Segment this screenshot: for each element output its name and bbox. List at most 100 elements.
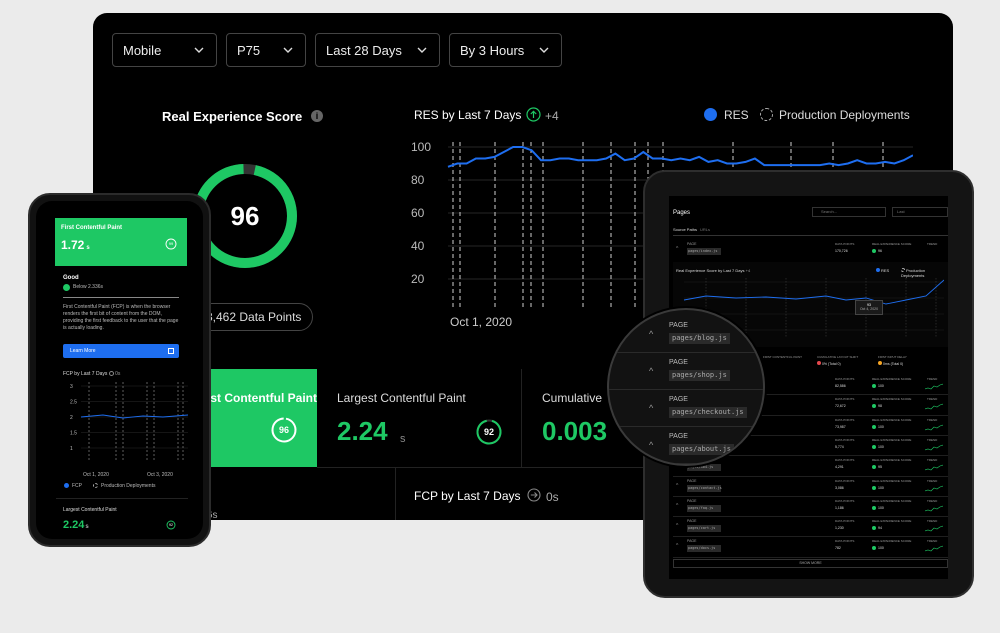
- phone-legend-fcp-swatch: [64, 483, 69, 488]
- trend-sparkline: [925, 485, 943, 491]
- sparkline-path: [925, 464, 943, 471]
- legend-deploy-label: Production Deployments: [779, 108, 910, 122]
- magnified-row[interactable]: ^ PAGE pages/shop.js: [609, 353, 763, 390]
- row-res-dot: [872, 505, 876, 510]
- magnified-row[interactable]: ^ PAGE pages/checkout.js: [609, 390, 763, 427]
- device-dropdown[interactable]: Mobile: [112, 33, 217, 67]
- row-path: pages/index.js: [687, 248, 721, 255]
- table-row[interactable]: ^ PAGE pages/cart.js DATA POINTS 1,230 REAL E…: [673, 517, 948, 537]
- phone-x-start: Oct 1, 2020: [83, 472, 109, 478]
- row-res-label: REAL EXPERIENCE SCORE: [872, 539, 912, 544]
- show-more-button[interactable]: SHOW MORE: [673, 559, 948, 568]
- summary-fid-text: 0ms (Total 0): [882, 362, 904, 366]
- row-trend-label: TREND: [927, 242, 938, 246]
- row-trend-label: TREND: [927, 458, 938, 463]
- row-dp-value: 82,586: [835, 384, 846, 388]
- fcp-chart-title: FCP by Last 7 Days: [414, 489, 521, 503]
- device-dropdown-label: Mobile: [123, 42, 162, 58]
- magnified-row[interactable]: ^ PAGE pages/blog.js: [609, 316, 763, 353]
- row-dp-label: DATA POINTS: [835, 242, 855, 246]
- range-dropdown[interactable]: Last 28 Days: [315, 33, 440, 67]
- check-icon: [63, 284, 70, 291]
- pages-search-input[interactable]: Search...: [812, 207, 886, 217]
- fcp-score-value: 96: [278, 425, 289, 435]
- row-trend-label: TREND: [927, 417, 938, 422]
- learn-more-button[interactable]: Learn More: [63, 344, 179, 358]
- tablet-res-line: [683, 279, 944, 305]
- phone-good-label: Good: [63, 275, 79, 281]
- fcp-card[interactable]: [193, 369, 317, 467]
- tab-source-paths[interactable]: Source Paths: [673, 227, 697, 232]
- row-page-label: PAGE: [687, 242, 697, 246]
- chevron-up-icon: ^: [676, 246, 679, 252]
- phone-below-label: Below 2.336s: [73, 284, 104, 290]
- magnified-row[interactable]: ^ PAGE pages/about.js: [609, 427, 763, 464]
- tab-divider: [673, 235, 948, 236]
- row-res-label: REAL EXPERIENCE SCORE: [872, 242, 912, 246]
- row-divider: [673, 556, 948, 558]
- trend-sparkline: [925, 546, 943, 552]
- row-res-label: REAL EXPERIENCE SCORE: [872, 458, 912, 463]
- phone-fcp-card[interactable]: First Contentful Paint 1.72 s 99: [55, 218, 187, 266]
- magnified-path: pages/shop.js: [669, 370, 730, 381]
- row-res-value: 100: [878, 384, 884, 388]
- row-res-label: REAL EXPERIENCE SCORE: [872, 498, 912, 503]
- metric-divider: [395, 467, 396, 520]
- summary-fcp-label: FIRST CONTENTFUL PAINT: [763, 355, 802, 359]
- lcp-card-value: 2.24: [337, 416, 388, 446]
- tab-urls[interactable]: URLs: [700, 227, 710, 232]
- cls-card-label: Cumulative: [542, 391, 603, 405]
- tablet-chart-title: Real Experience Score by Last 7 Days +4: [676, 268, 750, 273]
- row-dp-label: DATA POINTS: [835, 417, 855, 422]
- row-trend-label: TREND: [927, 539, 938, 544]
- arrow-right-circle-icon: [108, 371, 114, 377]
- tablet-chart-title-text: Real Experience Score by Last 7 Days: [676, 268, 745, 273]
- magnified-page-label: PAGE: [669, 322, 688, 329]
- row-res-value: 100: [878, 444, 884, 449]
- pages-select[interactable]: Last: [892, 207, 948, 217]
- percentile-dropdown-label: P75: [237, 42, 261, 58]
- res-delta: +4: [545, 109, 559, 123]
- trend-sparkline: [925, 404, 943, 410]
- chevron-up-icon: ^: [649, 329, 654, 339]
- sparkline-path: [925, 404, 943, 410]
- phone-y-tick-label: 1: [70, 446, 73, 452]
- chevron-up-icon: ^: [676, 502, 679, 509]
- table-row[interactable]: ^ PAGE pages/faq.js DATA POINTS 1,186 REAL EX…: [673, 497, 948, 517]
- row-res-value: 100: [878, 546, 884, 551]
- granularity-dropdown[interactable]: By 3 Hours: [449, 33, 562, 67]
- phone-fcp-description: First Contentful Paint (FCP) is when the…: [63, 304, 179, 331]
- lcp-score-value: 92: [483, 427, 494, 437]
- granularity-dropdown-label: By 3 Hours: [460, 42, 525, 58]
- summary-cls-value: 0% (Total 0): [817, 361, 841, 366]
- row-dp-label: DATA POINTS: [835, 377, 855, 381]
- sparkline-path: [925, 383, 943, 390]
- percentile-dropdown[interactable]: P75: [226, 33, 306, 67]
- row-page-label: PAGE: [687, 539, 697, 544]
- row-res-value: 100: [878, 424, 884, 429]
- y-tick-label: 80: [411, 173, 425, 187]
- legend-deploy-swatch: [760, 108, 773, 121]
- fcp-chart-delta: 0s: [546, 490, 559, 504]
- chevron-up-icon: ^: [676, 523, 679, 530]
- y-tick-label: 60: [411, 206, 425, 220]
- row-trend-label: TREND: [927, 498, 938, 503]
- table-row[interactable]: ^ PAGE pages/contact.js DATA POINTS 3,086 REA…: [673, 477, 948, 497]
- range-dropdown-label: Last 28 Days: [326, 42, 402, 58]
- chevron-down-icon: [194, 47, 204, 53]
- arrow-right-circle-icon: [527, 488, 541, 502]
- row-dp-label: DATA POINTS: [835, 498, 855, 503]
- info-icon[interactable]: i: [311, 110, 323, 122]
- row-res-dot: [872, 249, 876, 253]
- phone-lcp-unit: s: [85, 524, 89, 530]
- tablet-chart-delta: +4: [745, 268, 751, 273]
- magnified-page-label: PAGE: [669, 396, 688, 403]
- table-row[interactable]: ^ PAGE pages/index.js DATA POINTS 170,72…: [673, 240, 948, 260]
- chevron-down-icon: [283, 47, 293, 53]
- lcp-card-label: Largest Contentful Paint: [337, 391, 466, 405]
- pages-title: Pages: [673, 210, 691, 216]
- row-dp-value: 1,230: [835, 526, 844, 531]
- row-dp-value: 1,186: [835, 505, 844, 510]
- phone-fcp-score: 99: [168, 241, 174, 246]
- table-row[interactable]: ^ PAGE pages/docs.js DATA POINTS 782 REAL EXP…: [673, 537, 948, 557]
